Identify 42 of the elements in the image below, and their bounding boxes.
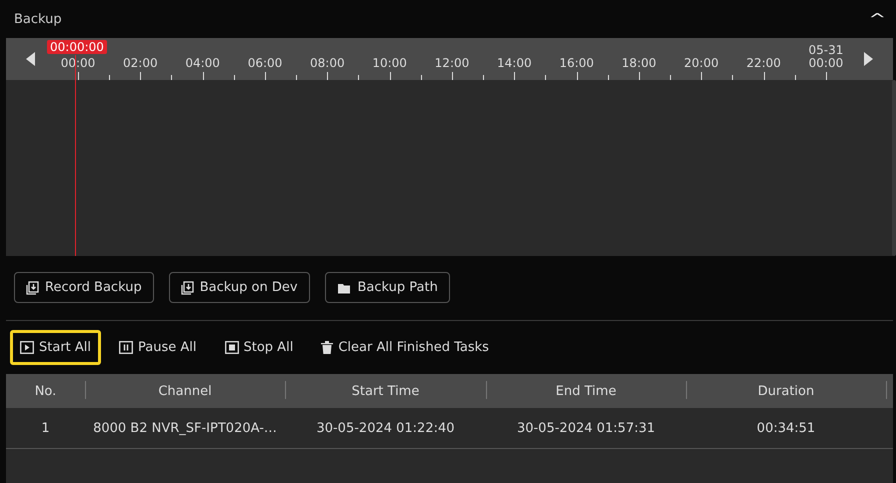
hour-label: 12:00 xyxy=(434,56,470,70)
time-cursor-label[interactable]: 00:00:00 xyxy=(47,40,107,54)
column-header[interactable]: Start Time xyxy=(285,374,486,408)
backup-button[interactable]: Backup on Dev xyxy=(168,272,310,303)
column-header[interactable]: Channel xyxy=(85,374,285,408)
hour-label: 18:00 xyxy=(620,56,658,70)
hour-label: 04:00 xyxy=(184,56,221,70)
backup-button[interactable]: Backup Path xyxy=(324,272,450,303)
toolbar-button[interactable]: Stop All xyxy=(214,330,304,365)
hour-label: 22:00 xyxy=(745,56,782,70)
toolbar-button[interactable]: Pause All xyxy=(109,330,206,365)
left-arrow-icon[interactable] xyxy=(26,52,35,66)
table-cell: 30-05-2024 01:57:31 xyxy=(516,420,656,436)
hour-label: 00:00 xyxy=(808,56,844,70)
column-header[interactable]: Duration xyxy=(686,374,886,408)
hour-label: 10:00 xyxy=(371,56,408,70)
table-cell: 8000 B2 NVR_SF-IPT020A-… xyxy=(93,420,277,436)
stop-icon xyxy=(224,341,238,354)
date-label: 05-31 xyxy=(808,43,844,57)
hour-label: 14:00 xyxy=(496,56,533,70)
column-header[interactable]: No. xyxy=(6,374,85,408)
folder-icon xyxy=(336,282,352,294)
download-icon xyxy=(180,280,194,294)
backup-button[interactable]: Record Backup xyxy=(14,272,154,303)
pause-icon xyxy=(119,341,134,354)
hour-label: 06:00 xyxy=(246,56,284,70)
column-header[interactable]: End Time xyxy=(486,374,686,408)
toolbar-button[interactable]: Clear All Finished Tasks xyxy=(311,330,499,365)
trash-icon xyxy=(321,341,334,354)
toolbar-button[interactable]: Start All xyxy=(10,330,102,365)
hour-label: 20:00 xyxy=(683,56,720,70)
table-cell: 30-05-2024 01:22:40 xyxy=(316,420,455,436)
hour-label: 16:00 xyxy=(558,56,595,70)
download-icon xyxy=(26,280,39,294)
panel-title: Backup xyxy=(14,12,62,26)
hour-label: 08:00 xyxy=(309,56,346,70)
right-arrow-icon[interactable] xyxy=(864,52,873,66)
collapse-icon[interactable]: ^ xyxy=(868,10,887,28)
hour-label: 02:00 xyxy=(122,56,159,70)
play-icon xyxy=(20,341,34,354)
table-cell: 00:34:51 xyxy=(756,420,816,436)
table-cell: 1 xyxy=(41,420,50,436)
